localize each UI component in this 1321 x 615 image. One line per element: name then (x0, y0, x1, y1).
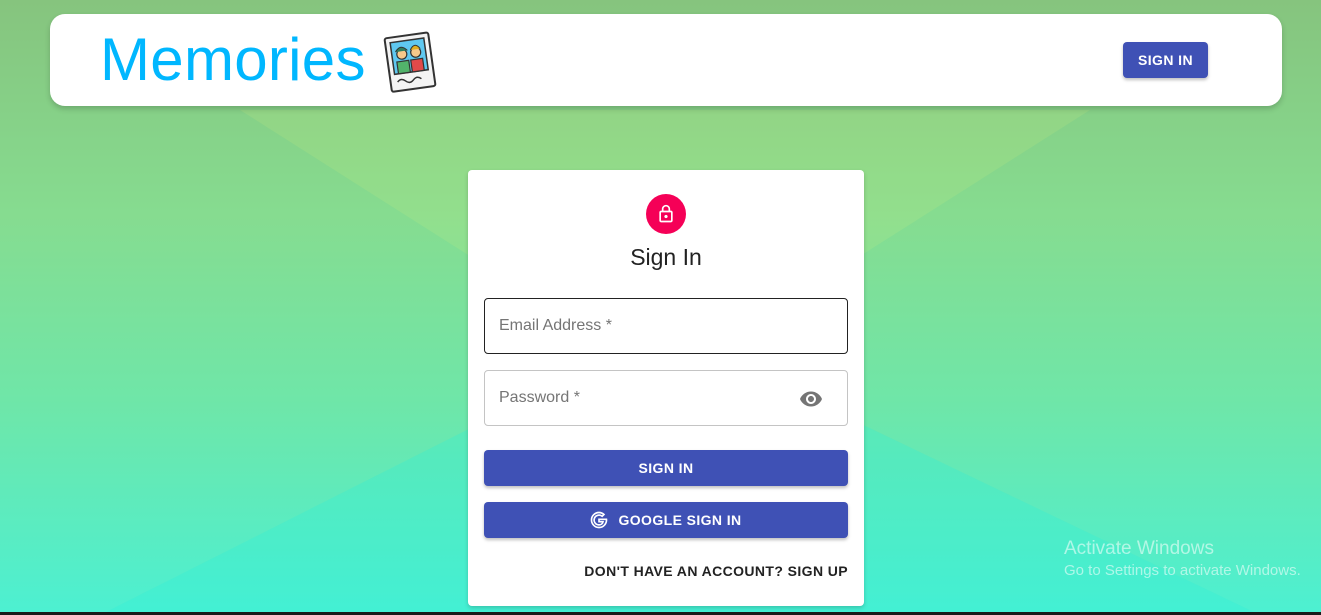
watermark-title: Activate Windows (1064, 538, 1214, 559)
brand-title[interactable]: Memories (100, 30, 366, 90)
app-bar: Memories SIGN IN (50, 14, 1282, 106)
eye-icon[interactable] (799, 387, 823, 411)
windows-activation-watermark: Activate Windows Go to Settings to activ… (1064, 538, 1301, 579)
lock-icon (659, 204, 673, 223)
google-signin-label: GOOGLE SIGN IN (618, 512, 742, 528)
password-field[interactable] (484, 370, 848, 426)
google-g-icon (591, 511, 608, 529)
appbar-signin-button[interactable]: SIGN IN (1123, 42, 1208, 78)
google-signin-button[interactable]: GOOGLE SIGN IN (484, 502, 848, 538)
signin-card: Sign In SIGN IN GOOGLE SIGN IN DON'T HAV… (468, 170, 864, 606)
email-field[interactable] (484, 298, 848, 354)
lock-avatar (646, 194, 686, 234)
brand[interactable]: Memories (100, 24, 440, 96)
email-input[interactable] (485, 299, 847, 353)
card-title: Sign In (630, 244, 702, 270)
polaroid-photo-icon (383, 31, 437, 93)
signin-button[interactable]: SIGN IN (484, 450, 848, 486)
signin-button-label: SIGN IN (638, 460, 694, 476)
password-input[interactable] (485, 371, 847, 425)
watermark-subtitle: Go to Settings to activate Windows. (1064, 562, 1301, 579)
signup-switch-link[interactable]: DON'T HAVE AN ACCOUNT? SIGN UP (584, 558, 848, 584)
